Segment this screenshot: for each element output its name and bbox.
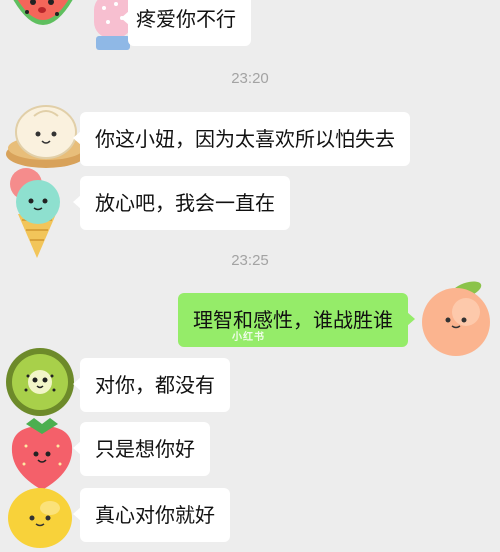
message-bubble[interactable]: 疼爱你不行 (121, 0, 251, 46)
kiwi-avatar-icon[interactable] (4, 346, 76, 418)
message-text: 真心对你就好 (95, 503, 215, 527)
message-text: 放心吧，我会一直在 (95, 191, 275, 215)
message-bubble[interactable]: 真心对你就好 (73, 488, 230, 542)
lemon-avatar-icon[interactable] (4, 478, 76, 548)
peach-avatar-icon[interactable] (414, 278, 496, 358)
message-bubble[interactable]: 你这小妞，因为太喜欢所以怕失去 (73, 112, 410, 166)
ice-cream-avatar-icon[interactable] (4, 164, 70, 260)
message-text: 只是想你好 (95, 437, 195, 461)
message-bubble[interactable]: 放心吧，我会一直在 (73, 176, 290, 230)
watermark-label: 小红书 (232, 332, 265, 343)
timestamp: 23:25 (231, 252, 269, 269)
watermelon-avatar-icon[interactable] (3, 0, 79, 58)
message-bubble[interactable]: 只是想你好 (73, 422, 210, 476)
message-text: 疼爱你不行 (136, 7, 236, 31)
message-bubble[interactable]: 对你，都没有 (73, 358, 230, 412)
message-bubble[interactable]: 理智和感性，谁战胜谁 (178, 293, 415, 347)
message-text: 理智和感性，谁战胜谁 (193, 308, 393, 332)
message-text: 对你，都没有 (95, 373, 215, 397)
message-text: 你这小妞，因为太喜欢所以怕失去 (95, 127, 395, 151)
timestamp: 23:20 (231, 70, 269, 87)
